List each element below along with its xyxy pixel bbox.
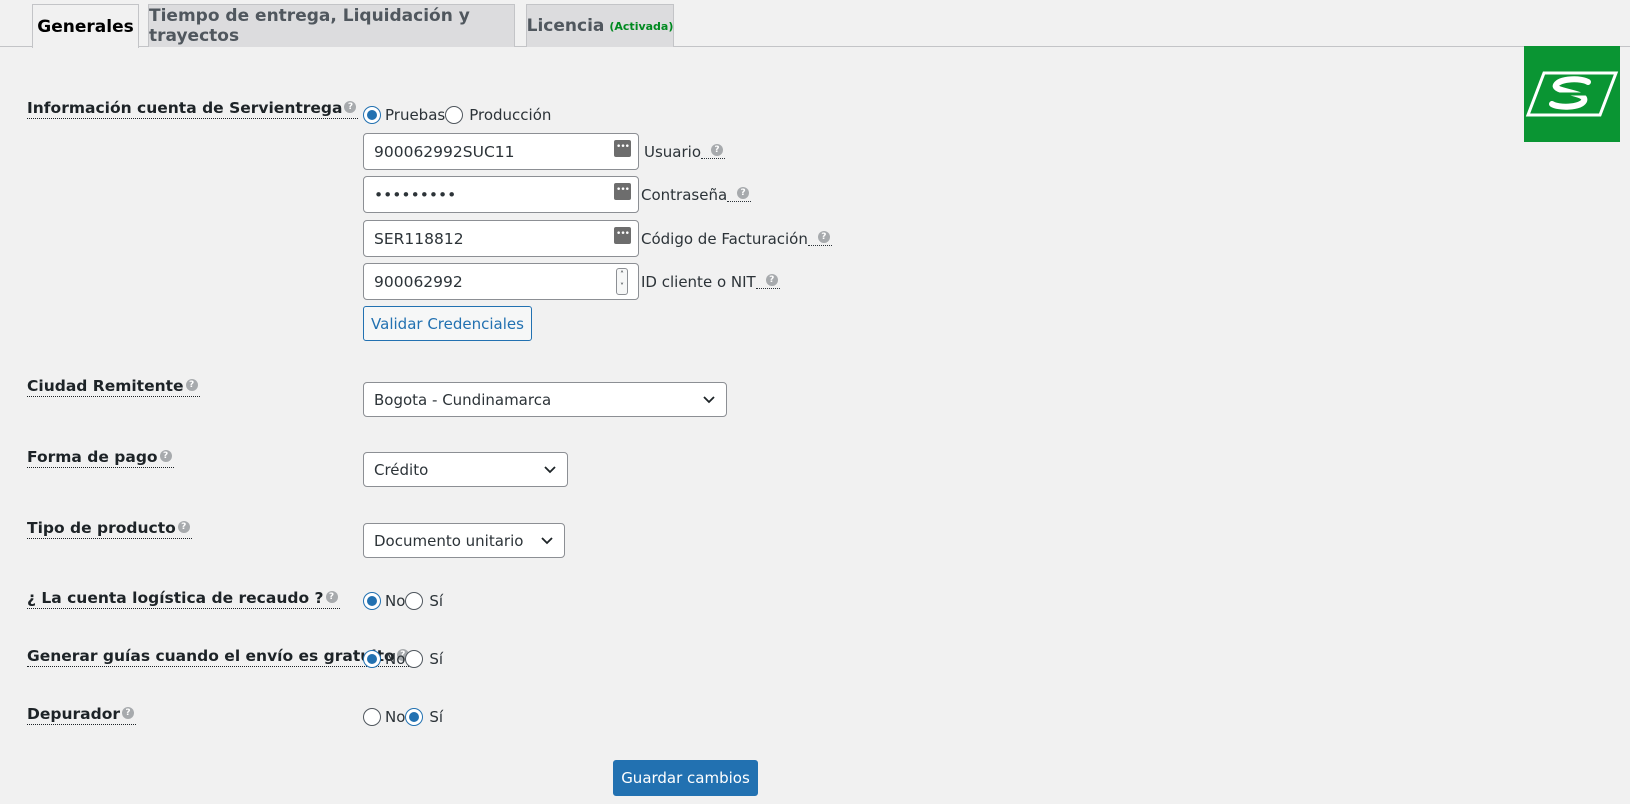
key-icon[interactable]: ••• xyxy=(614,183,631,200)
key-icon[interactable]: ••• xyxy=(614,227,631,244)
help-icon[interactable]: ? xyxy=(817,231,830,243)
collection-radio-group: No Sí xyxy=(363,592,443,610)
help-icon[interactable]: ? xyxy=(325,591,338,603)
user-input[interactable]: 900062992SUC11 ••• xyxy=(363,133,639,170)
product-select[interactable]: Documento unitario xyxy=(363,523,565,558)
environment-radio-group: Pruebas Producción xyxy=(363,106,551,124)
servientrega-logo-icon xyxy=(1524,46,1620,142)
payment-select-value: Crédito xyxy=(374,460,429,479)
radio-collection-yes[interactable] xyxy=(405,592,424,610)
radio-pruebas-label: Pruebas xyxy=(385,106,446,124)
billing-code-field-label: Código de Facturación ? xyxy=(641,230,832,248)
chevron-down-icon xyxy=(703,396,715,404)
city-label: Ciudad Remitente? xyxy=(27,377,200,397)
chevron-down-icon xyxy=(541,537,553,545)
key-icon[interactable]: ••• xyxy=(614,140,631,157)
password-input[interactable]: ••••••••• ••• xyxy=(363,176,639,213)
user-field-label: Usuario ? xyxy=(644,143,726,161)
product-select-value: Documento unitario xyxy=(374,531,524,550)
radio-collection-no-label: No xyxy=(385,592,406,610)
radio-collection-no[interactable] xyxy=(363,592,381,610)
help-icon[interactable]: ? xyxy=(344,101,357,113)
city-select[interactable]: Bogota - Cundinamarca xyxy=(363,382,727,417)
tab-label: Tiempo de entrega, Liquidación y trayect… xyxy=(149,6,470,46)
help-icon[interactable]: ? xyxy=(122,707,134,719)
tab-generales[interactable]: Generales xyxy=(32,4,139,48)
free-shipping-radio-group: No Sí xyxy=(363,650,443,668)
radio-free-shipping-yes-label: Sí xyxy=(429,650,444,668)
collection-label: ¿ La cuenta logística de recaudo ?? xyxy=(27,589,340,609)
license-status-badge: (Activada) xyxy=(609,19,674,33)
payment-label: Forma de pago? xyxy=(27,448,174,468)
tab-tiempo-entrega[interactable]: Tiempo de entrega, Liquidación y trayect… xyxy=(148,4,515,47)
help-icon[interactable]: ? xyxy=(177,521,190,533)
help-icon[interactable]: ? xyxy=(159,450,172,462)
radio-free-shipping-no[interactable] xyxy=(363,650,381,668)
spinner-icon[interactable]: ˄ ˅ xyxy=(616,268,628,295)
radio-debugger-no[interactable] xyxy=(363,708,381,726)
chevron-down-icon xyxy=(544,466,556,474)
account-info-label: Información cuenta de Servientrega? xyxy=(27,99,359,119)
radio-debugger-yes[interactable] xyxy=(405,708,424,726)
radio-produccion-label: Producción xyxy=(469,106,552,124)
password-input-value: ••••••••• xyxy=(374,185,457,204)
save-changes-button[interactable]: Guardar cambios xyxy=(613,760,758,796)
help-icon[interactable]: ? xyxy=(765,274,778,286)
radio-debugger-no-label: No xyxy=(385,708,406,726)
tab-bar: Generales Tiempo de entrega, Liquidación… xyxy=(0,0,1630,48)
nit-field-label: ID cliente o NIT ? xyxy=(641,273,780,291)
debugger-label: Depurador? xyxy=(27,705,136,725)
city-select-value: Bogota - Cundinamarca xyxy=(374,390,552,409)
password-field-label: Contraseña ? xyxy=(641,186,752,204)
payment-select[interactable]: Crédito xyxy=(363,452,568,487)
validate-credentials-button[interactable]: Validar Credenciales xyxy=(363,306,532,341)
radio-collection-yes-label: Sí xyxy=(429,592,444,610)
nit-input[interactable]: 900062992 ˄ ˅ xyxy=(363,263,639,300)
help-icon[interactable]: ? xyxy=(711,144,724,156)
radio-produccion[interactable] xyxy=(445,106,464,124)
debugger-radio-group: No Sí xyxy=(363,708,443,726)
billing-code-input[interactable]: SER118812 ••• xyxy=(363,220,639,257)
help-icon[interactable]: ? xyxy=(737,187,750,199)
tab-licencia[interactable]: Licencia (Activada) xyxy=(526,4,674,47)
radio-pruebas[interactable] xyxy=(363,106,381,124)
radio-free-shipping-yes[interactable] xyxy=(405,650,424,668)
radio-debugger-yes-label: Sí xyxy=(429,708,444,726)
free-shipping-label: Generar guías cuando el envío es gratuit… xyxy=(27,647,411,667)
billing-code-value: SER118812 xyxy=(374,229,464,248)
radio-free-shipping-no-label: No xyxy=(385,650,406,668)
tab-label: Generales xyxy=(37,16,134,37)
nit-value: 900062992 xyxy=(374,272,463,291)
help-icon[interactable]: ? xyxy=(185,379,198,391)
product-label: Tipo de producto? xyxy=(27,519,192,539)
tab-label: Licencia xyxy=(526,16,605,36)
user-input-value: 900062992SUC11 xyxy=(374,142,515,161)
